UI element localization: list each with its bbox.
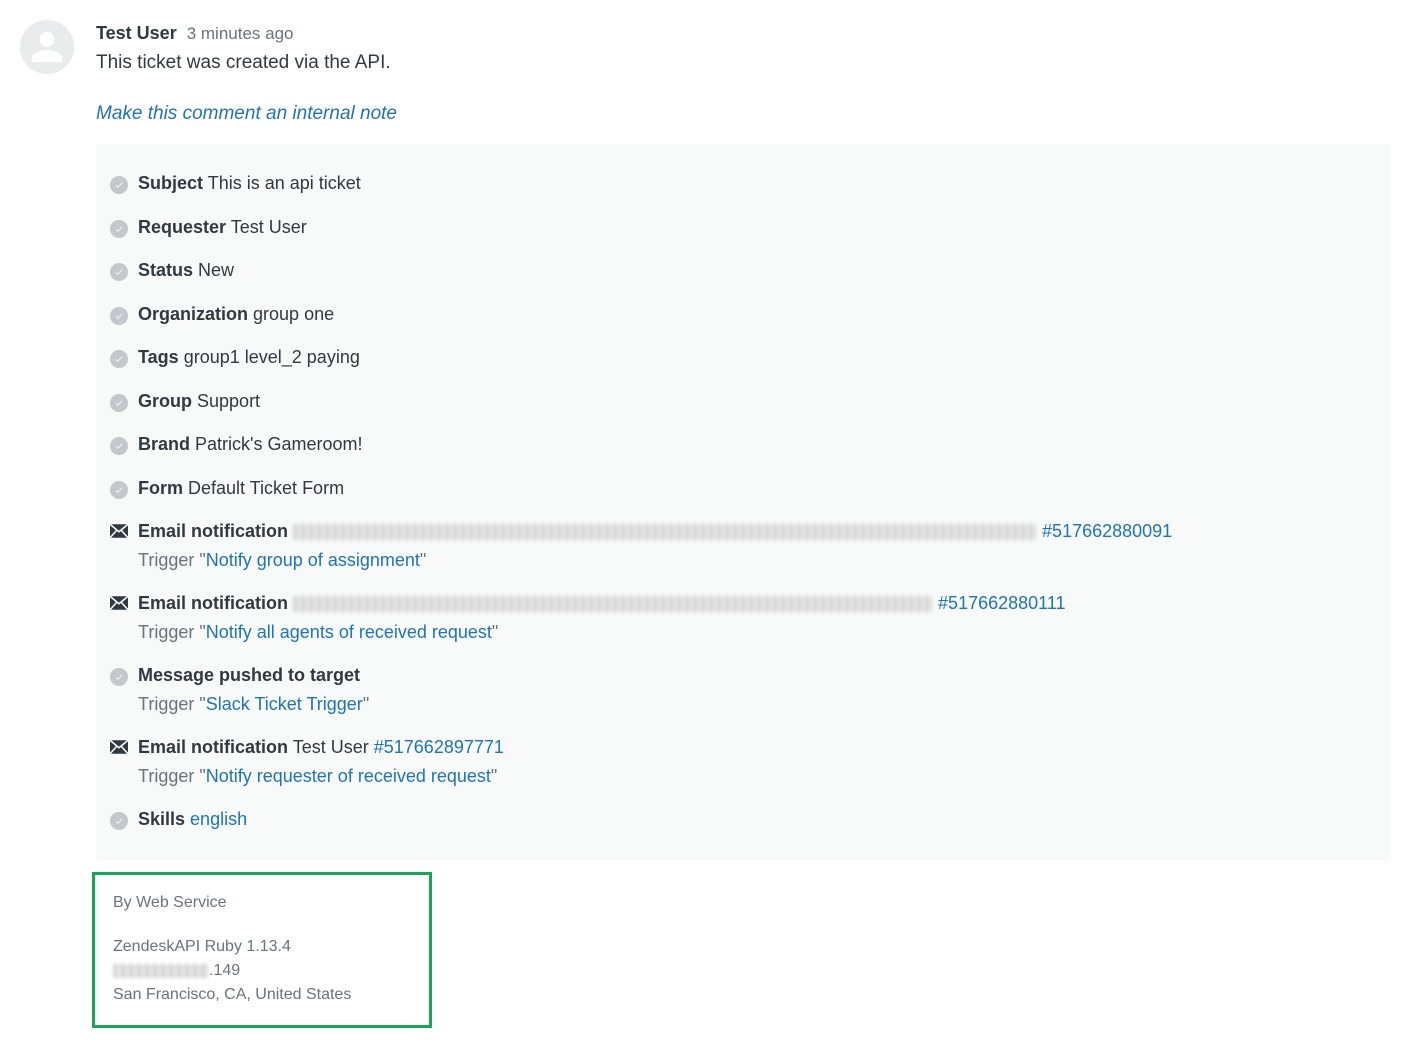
event-value: Test User	[231, 217, 307, 237]
event-row: Tags group1 level_2 paying	[110, 336, 1377, 380]
event-id-link[interactable]: #517662880091	[1042, 521, 1172, 541]
event-value: Default Ticket Form	[188, 478, 344, 498]
event-label: Email notification	[138, 521, 288, 541]
check-icon	[110, 394, 128, 412]
mail-icon	[110, 520, 128, 534]
check-icon	[110, 350, 128, 368]
event-row: Requester Test User	[110, 206, 1377, 250]
event-id-link[interactable]: #517662880111	[938, 593, 1065, 613]
check-icon	[110, 307, 128, 325]
event-value: New	[198, 260, 234, 280]
event-id-link[interactable]: #517662897771	[374, 737, 504, 757]
event-trigger: Trigger "Notify all agents of received r…	[138, 619, 1377, 646]
check-icon	[110, 176, 128, 194]
redacted-ip	[113, 964, 209, 978]
comment-author: Test User	[96, 20, 177, 47]
event-row: Form Default Ticket Form	[110, 467, 1377, 511]
event-row: Email notification Test User #5176628977…	[110, 726, 1377, 798]
event-label: Subject	[138, 173, 203, 193]
trigger-link[interactable]: Notify requester of received request	[206, 766, 491, 786]
trigger-link[interactable]: Notify group of assignment	[206, 550, 420, 570]
avatar	[20, 20, 74, 74]
comment-timestamp: 3 minutes ago	[187, 21, 294, 47]
check-icon	[110, 220, 128, 238]
event-label: Email notification	[138, 737, 288, 757]
event-row: Status New	[110, 249, 1377, 293]
event-row: Brand Patrick's Gameroom!	[110, 423, 1377, 467]
event-label: Message pushed to target	[138, 665, 360, 685]
event-trigger: Trigger "Notify requester of received re…	[138, 763, 1377, 790]
trigger-link[interactable]: Notify all agents of received request	[206, 622, 492, 642]
event-label: Brand	[138, 434, 190, 454]
redacted-recipients	[293, 524, 1037, 540]
event-row: Email notification #517662880091 Trigger …	[110, 510, 1377, 582]
mail-icon	[110, 736, 128, 750]
event-label: Form	[138, 478, 183, 498]
event-value-link[interactable]: english	[190, 809, 247, 829]
mail-icon	[110, 592, 128, 606]
events-panel: Subject This is an api ticket Requester …	[96, 144, 1391, 860]
meta-client: ZendeskAPI Ruby 1.13.4	[113, 935, 411, 959]
event-value: Patrick's Gameroom!	[195, 434, 362, 454]
check-icon	[110, 437, 128, 455]
check-icon	[110, 812, 128, 830]
meta-ip: .149	[113, 959, 411, 983]
meta-by: By Web Service	[113, 891, 411, 915]
request-meta-box: By Web Service ZendeskAPI Ruby 1.13.4 .1…	[92, 872, 432, 1028]
event-label: Group	[138, 391, 192, 411]
event-label: Organization	[138, 304, 248, 324]
event-label: Requester	[138, 217, 226, 237]
event-label: Email notification	[138, 593, 288, 613]
check-icon	[110, 668, 128, 686]
make-internal-note-link[interactable]: Make this comment an internal note	[96, 100, 397, 129]
comment-body: This ticket was created via the API.	[96, 49, 1391, 78]
event-row: Organization group one	[110, 293, 1377, 337]
redacted-recipients	[293, 596, 933, 612]
check-icon	[110, 481, 128, 499]
event-row: Message pushed to target Trigger "Slack …	[110, 654, 1377, 726]
check-icon	[110, 263, 128, 281]
event-row: Group Support	[110, 380, 1377, 424]
event-label: Status	[138, 260, 193, 280]
event-value: Support	[197, 391, 260, 411]
event-label: Skills	[138, 809, 185, 829]
event-trigger: Trigger "Slack Ticket Trigger"	[138, 691, 1377, 718]
trigger-link[interactable]: Slack Ticket Trigger	[206, 694, 363, 714]
event-value: Test User	[293, 737, 369, 757]
event-row: Subject This is an api ticket	[110, 162, 1377, 206]
event-value: This is an api ticket	[208, 173, 361, 193]
event-trigger: Trigger "Notify group of assignment"	[138, 547, 1377, 574]
event-value: group one	[253, 304, 334, 324]
event-value: group1 level_2 paying	[184, 347, 360, 367]
meta-location: San Francisco, CA, United States	[113, 983, 411, 1007]
event-row: Email notification #517662880111 Trigger …	[110, 582, 1377, 654]
event-label: Tags	[138, 347, 179, 367]
event-row: Skills english	[110, 798, 1377, 842]
